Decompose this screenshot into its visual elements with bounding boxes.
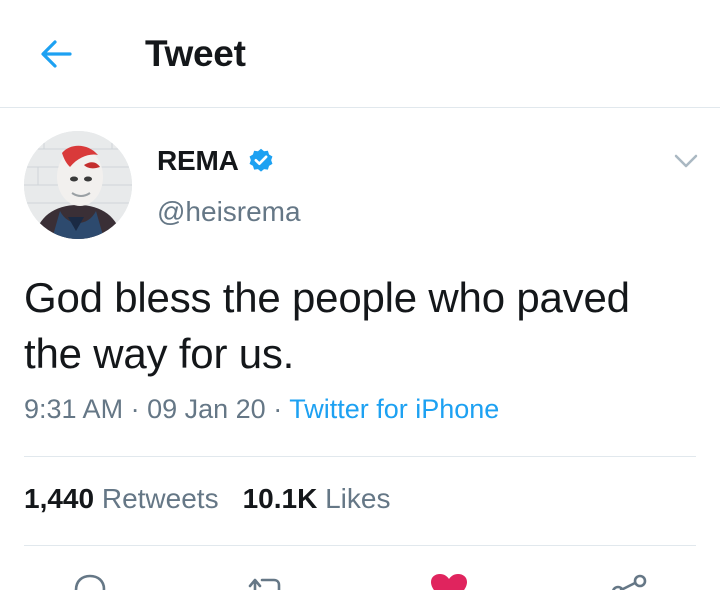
tweet-time: 9:31 AM [24,394,124,424]
retweet-button[interactable] [244,572,288,590]
more-options-button[interactable] [671,146,701,176]
reply-button[interactable] [68,572,112,590]
likes-stat[interactable]: 10.1K Likes [243,483,391,514]
back-button[interactable] [34,32,78,76]
retweet-icon [248,578,281,590]
divider [24,456,696,457]
engagement-stats: 1,440 Retweets 10.1K Likes [24,483,390,515]
like-button[interactable] [427,572,471,590]
meta-separator: · [273,394,283,424]
author-handle[interactable]: @heisrema [157,196,301,228]
verified-badge-icon [249,148,273,172]
meta-separator: · [130,394,140,424]
retweets-label: Retweets [101,483,219,514]
heart-icon [431,574,467,590]
arrow-left-icon [41,40,72,68]
author-display-name[interactable]: REMA [157,145,239,177]
avatar[interactable] [24,131,132,239]
page-title: Tweet [145,33,246,74]
likes-count: 10.1K [242,483,318,514]
chevron-down-icon [674,154,698,168]
avatar-image [24,131,132,239]
tweet-text: God bless the people who paved the way f… [24,274,630,377]
top-bar: Tweet [0,0,720,108]
tweet-date: 09 Jan 20 [147,394,266,424]
tweet-source-link[interactable]: Twitter for iPhone [289,394,499,424]
tweet-meta: 9:31 AM · 09 Jan 20 · Twitter for iPhone [24,394,499,425]
reply-icon [74,574,106,590]
retweets-stat[interactable]: 1,440 Retweets [24,483,219,514]
retweets-count: 1,440 [24,483,95,514]
likes-label: Likes [325,483,391,514]
share-icon [612,574,647,590]
divider [24,545,696,546]
share-button[interactable] [607,572,651,590]
